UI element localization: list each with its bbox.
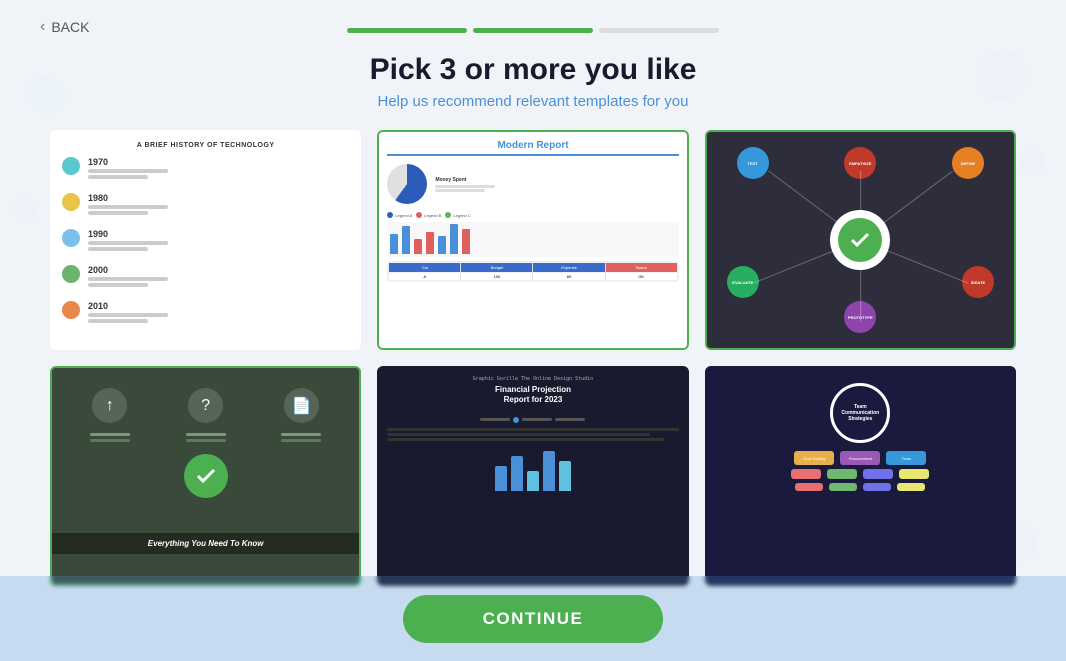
- team-main-circle: TeamCommunicationStrategies: [830, 383, 890, 443]
- card-content-report: Modern Report Money Spent Legend A Legen…: [379, 132, 686, 348]
- title-section: Pick 3 or more you like Help us recommen…: [0, 53, 1066, 110]
- team-sub-box-7: [863, 483, 891, 491]
- team-sub-box-6: [829, 483, 857, 491]
- card-title-tech: A Brief History of Technology: [62, 142, 349, 149]
- team-comm-layout: TeamCommunicationStrategies Goal Setting…: [707, 368, 1014, 510]
- template-card-dark-infographic[interactable]: ↑ ? 📄 Everything You Need To Know: [50, 366, 361, 586]
- continue-button[interactable]: CONTINUE: [403, 595, 664, 643]
- team-box-tools: Tools: [886, 451, 926, 465]
- selected-checkmark-4: [184, 454, 228, 498]
- card-content-financial: Graphic Gorilla The Online Design Studio…: [379, 368, 686, 584]
- team-sub-box-2: [827, 469, 857, 479]
- template-card-financial[interactable]: Graphic Gorilla The Online Design Studio…: [377, 366, 688, 586]
- template-card-modern-report[interactable]: Modern Report Money Spent Legend A Legen…: [377, 130, 688, 350]
- progress-segment-1: [347, 28, 467, 33]
- dark-icons-row: ↑ ? 📄: [52, 368, 359, 433]
- card-content-teamcomm: TeamCommunicationStrategies Goal Setting…: [707, 368, 1014, 584]
- template-card-design-thinking[interactable]: DESIGNTHINKING EMPATHIZE DEFINE IDEATE P…: [705, 130, 1016, 350]
- card-content-tech: A Brief History of Technology 1970 1980: [52, 132, 359, 348]
- team-box-procurement: Procurement: [840, 451, 880, 465]
- progress-segment-2: [473, 28, 593, 33]
- back-label: BACK: [51, 19, 89, 35]
- dark-icon-arrow: ↑: [92, 388, 127, 423]
- team-row-1: Goal Setting Procurement Tools: [794, 451, 926, 465]
- dark-icon-document: 📄: [284, 388, 319, 423]
- timeline-content: 1970 1980 1990: [62, 153, 349, 327]
- template-card-team-comm[interactable]: TeamCommunicationStrategies Goal Setting…: [705, 366, 1016, 586]
- page-subtitle: Help us recommend relevant templates for…: [0, 93, 1066, 110]
- dark-icon-question: ?: [188, 388, 223, 423]
- progress-bar: [40, 18, 1026, 33]
- header: ‹ BACK: [0, 0, 1066, 43]
- team-sub-box-3: [863, 469, 893, 479]
- back-button[interactable]: ‹ BACK: [40, 18, 89, 36]
- team-sub-box-5: [795, 483, 823, 491]
- report-header: Modern Report: [387, 140, 678, 156]
- bottom-bar: CONTINUE: [0, 576, 1066, 661]
- team-sub-box-4: [899, 469, 929, 479]
- selected-checkmark-3: [838, 218, 882, 262]
- team-row-3: [795, 483, 925, 491]
- template-card-tech-history[interactable]: A Brief History of Technology 1970 1980: [50, 130, 361, 350]
- team-row-2: [791, 469, 929, 479]
- pie-chart: [387, 164, 427, 204]
- templates-grid: A Brief History of Technology 1970 1980: [0, 110, 1066, 600]
- page-title: Pick 3 or more you like: [0, 53, 1066, 87]
- progress-segment-3: [599, 28, 719, 33]
- team-sub-box-1: [791, 469, 821, 479]
- chevron-left-icon: ‹: [40, 18, 45, 36]
- team-sub-box-8: [897, 483, 925, 491]
- team-box-goals: Goal Setting: [794, 451, 834, 465]
